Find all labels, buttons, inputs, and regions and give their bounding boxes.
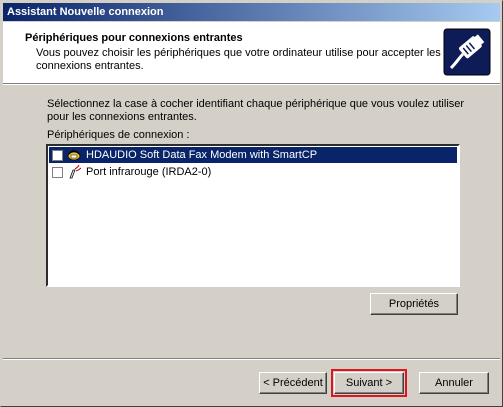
- instruction-text: Sélectionnez la case à cocher identifian…: [47, 98, 465, 123]
- infrared-port-icon: [66, 164, 82, 180]
- device-checkbox-infrared[interactable]: [52, 166, 63, 178]
- wizard-window: Assistant Nouvelle connexion Périphériqu…: [0, 0, 503, 407]
- device-checkbox-modem[interactable]: [52, 149, 63, 161]
- device-item-modem[interactable]: HDAUDIO Soft Data Fax Modem with SmartCP: [49, 147, 457, 163]
- header-divider: [3, 83, 500, 85]
- device-item-infrared[interactable]: Port infrarouge (IRDA2-0): [49, 164, 457, 180]
- footer-divider: [3, 358, 500, 360]
- cancel-button[interactable]: Annuler: [419, 372, 489, 394]
- modem-icon: [66, 147, 82, 163]
- header-subtitle: Vous pouvez choisir les périphériques qu…: [36, 47, 441, 72]
- device-label-modem: HDAUDIO Soft Data Fax Modem with SmartCP: [86, 149, 318, 161]
- device-label-infrared: Port infrarouge (IRDA2-0): [86, 166, 212, 178]
- back-button[interactable]: < Précédent: [259, 372, 327, 394]
- device-listbox[interactable]: HDAUDIO Soft Data Fax Modem with SmartCP…: [46, 144, 460, 287]
- title-bar: Assistant Nouvelle connexion: [3, 3, 500, 21]
- network-plug-icon: [443, 28, 491, 76]
- next-button[interactable]: Suivant >: [331, 369, 407, 397]
- wizard-header: Périphériques pour connexions entrantes …: [3, 22, 500, 83]
- header-title: Périphériques pour connexions entrantes: [25, 32, 243, 44]
- device-list-label: Périphériques de connexion :: [47, 129, 190, 141]
- properties-button[interactable]: Propriétés: [370, 293, 458, 315]
